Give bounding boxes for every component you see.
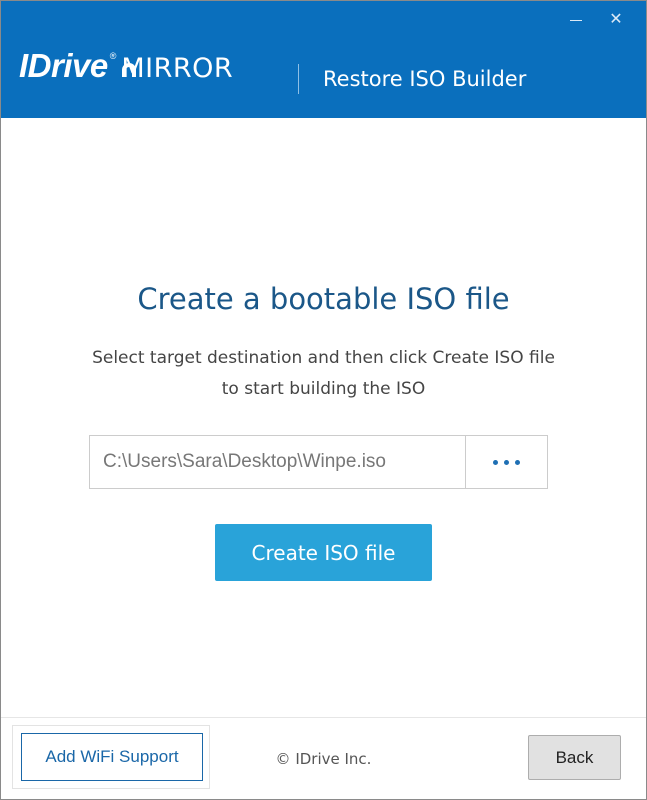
back-button[interactable]: Back: [528, 735, 621, 780]
create-iso-button[interactable]: Create ISO file: [215, 524, 432, 581]
page-title: Create a bootable ISO file: [137, 282, 510, 316]
ellipsis-icon: [493, 459, 499, 465]
instructions-line-1: Select target destination and then click…: [92, 348, 555, 368]
minimize-button[interactable]: [564, 9, 588, 31]
header-title: Restore ISO Builder: [323, 67, 527, 91]
idrive-mirror-logo: IDrive ® MIRROR: [19, 47, 233, 99]
logo-brand-text: IDrive: [19, 47, 108, 84]
minimize-icon: [570, 20, 582, 21]
logo-product-text: MIRROR: [121, 53, 234, 84]
header-divider: [298, 64, 299, 94]
app-window: ✕ IDrive ® MIRROR Restore ISO Builder Cr…: [0, 0, 647, 800]
logo-registered-mark: ®: [109, 51, 117, 61]
instructions-line-2: to start building the ISO: [221, 379, 426, 399]
instructions-text: Select target destination and then click…: [61, 343, 586, 405]
close-icon: ✕: [609, 11, 623, 28]
header-bar: ✕ IDrive ® MIRROR Restore ISO Builder: [1, 1, 646, 118]
browse-button[interactable]: [465, 436, 547, 488]
footer-divider: [1, 717, 646, 718]
destination-path-input[interactable]: [90, 436, 466, 488]
destination-picker: [89, 435, 548, 489]
close-button[interactable]: ✕: [604, 9, 628, 31]
